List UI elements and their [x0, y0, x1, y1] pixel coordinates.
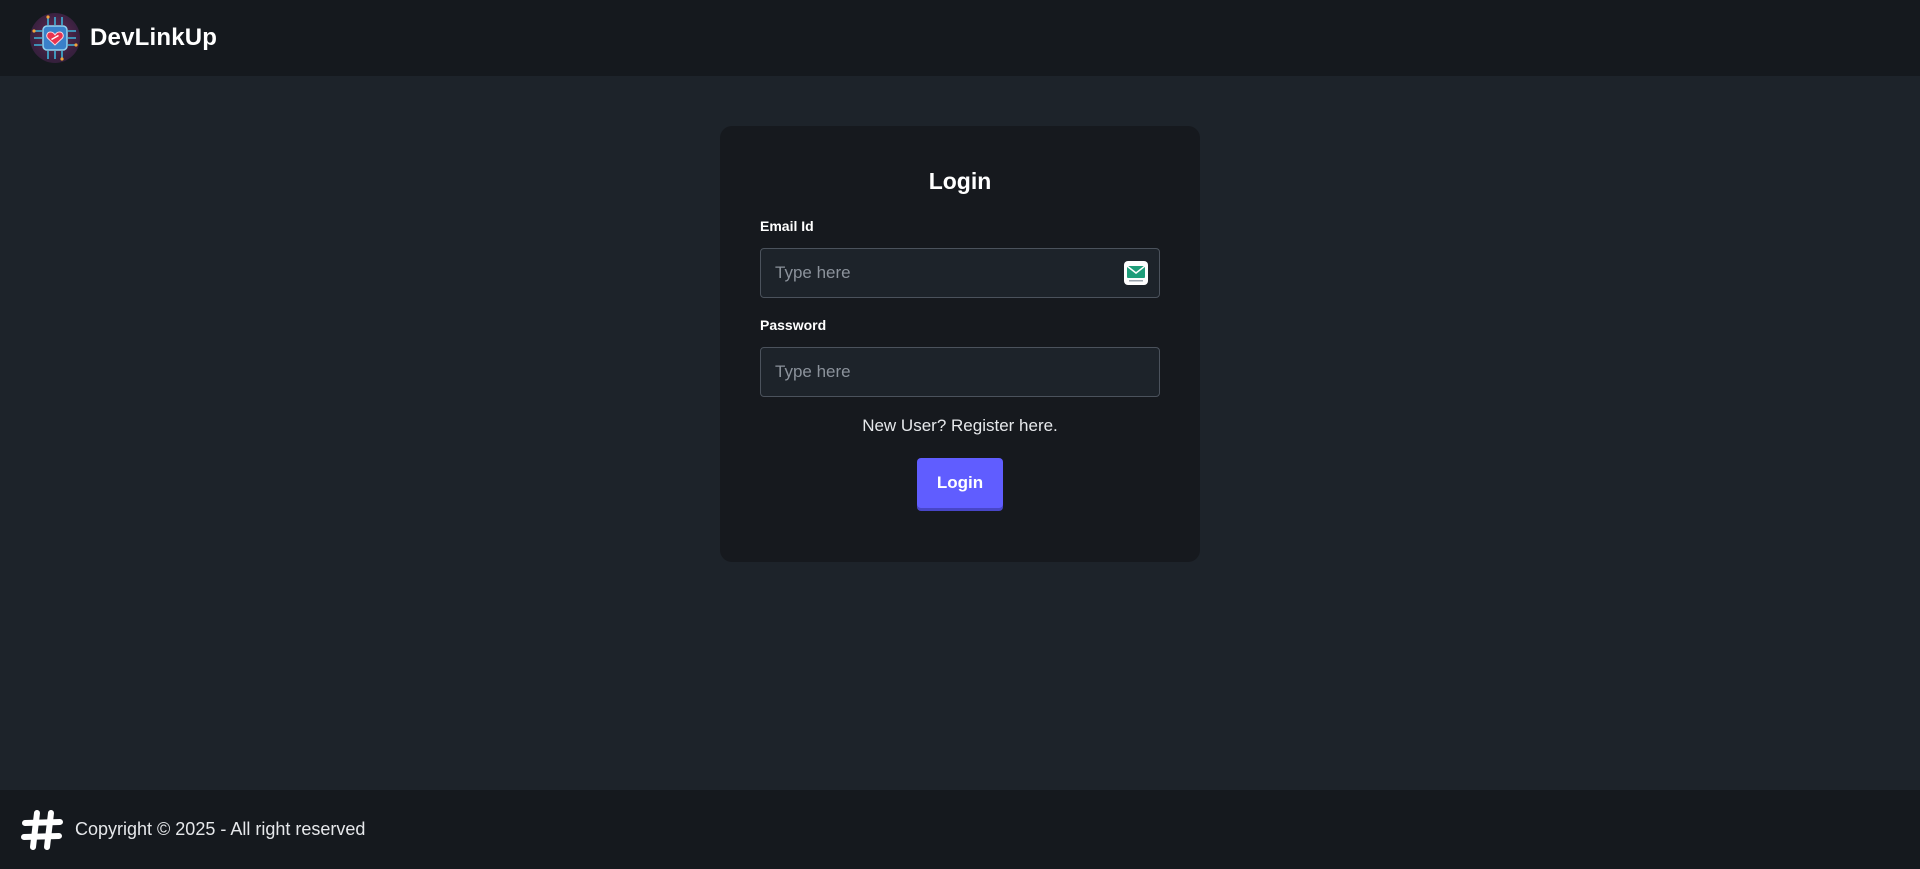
brand-link[interactable]: DevLinkUp	[30, 13, 217, 63]
brand-name: DevLinkUp	[90, 24, 218, 51]
password-field-wrapper	[760, 347, 1160, 397]
login-card: Login Email Id Password New User? Regist…	[720, 126, 1200, 562]
email-extension-icon[interactable]	[1124, 261, 1148, 285]
email-input[interactable]	[760, 248, 1160, 298]
navbar: DevLinkUp	[0, 0, 1920, 76]
chip-heart-logo-icon	[30, 13, 80, 63]
email-field-wrapper	[760, 248, 1160, 298]
main-content: Login Email Id Password New User? Regist…	[0, 76, 1920, 790]
footer: Copyright © 2025 - All right reserved	[0, 790, 1920, 869]
login-button[interactable]: Login	[917, 458, 1003, 508]
copyright-text: Copyright © 2025 - All right reserved	[75, 819, 366, 839]
register-link[interactable]: New User? Register here.	[760, 416, 1160, 436]
email-label: Email Id	[760, 218, 814, 234]
login-title: Login	[928, 168, 992, 194]
password-input[interactable]	[760, 347, 1160, 397]
hash-icon	[20, 808, 64, 852]
password-label: Password	[760, 317, 827, 333]
